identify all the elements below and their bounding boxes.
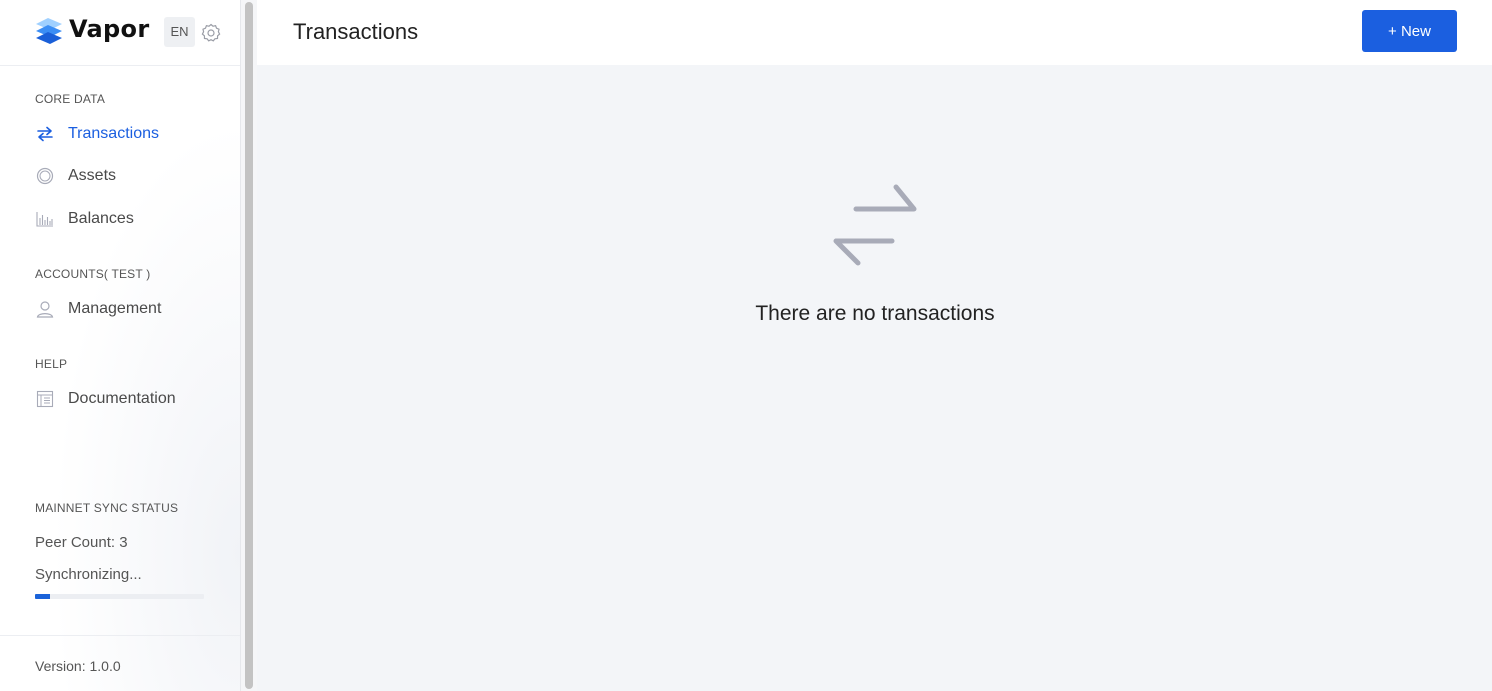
sync-status-title: MAINNET SYNC STATUS [35,501,179,515]
transfer-icon [35,124,55,144]
document-icon [35,389,55,409]
empty-state-message: There are no transactions [755,302,995,325]
language-button[interactable]: EN [164,17,195,47]
peer-count: Peer Count: 3 [35,534,128,551]
page-header: Transactions + New [257,0,1492,65]
user-icon [35,299,55,319]
sidebar-item-documentation[interactable]: Documentation [35,386,225,412]
sync-progress-bar [35,594,204,599]
page-title: Transactions [293,19,419,44]
vapor-logo-icon [36,18,62,44]
scrollbar-thumb[interactable] [245,2,253,689]
sidebar-item-balances[interactable]: Balances [35,206,225,232]
transfer-icon [833,184,917,266]
brand-name: Vapor [69,15,150,43]
sidebar-scrollbar[interactable] [240,0,257,691]
sidebar-item-label: Transactions [68,125,159,142]
circle-icon [35,166,55,186]
sidebar-item-transactions[interactable]: Transactions [35,121,225,147]
sidebar: Vapor EN CORE DATA Transactions Assets B… [0,0,240,691]
sidebar-item-management[interactable]: Management [35,296,225,322]
section-title-core-data: CORE DATA [35,92,106,106]
sidebar-item-assets[interactable]: Assets [35,163,225,189]
section-title-help: HELP [35,357,68,371]
sync-status-text: Synchronizing... [35,566,142,583]
sidebar-item-label: Assets [68,167,117,184]
version-text: Version: 1.0.0 [35,658,121,674]
sync-progress-fill [35,594,51,599]
gear-icon[interactable] [201,23,221,43]
new-transaction-button[interactable]: + New [1362,10,1457,52]
sidebar-item-label: Management [68,300,162,317]
section-title-accounts: ACCOUNTS( TEST ) [35,267,151,281]
bar-chart-icon [35,209,55,229]
sidebar-item-label: Balances [68,210,134,227]
version-bar: Version: 1.0.0 [0,635,240,691]
brand-bar: Vapor EN [0,0,240,66]
sidebar-item-label: Documentation [68,390,176,407]
